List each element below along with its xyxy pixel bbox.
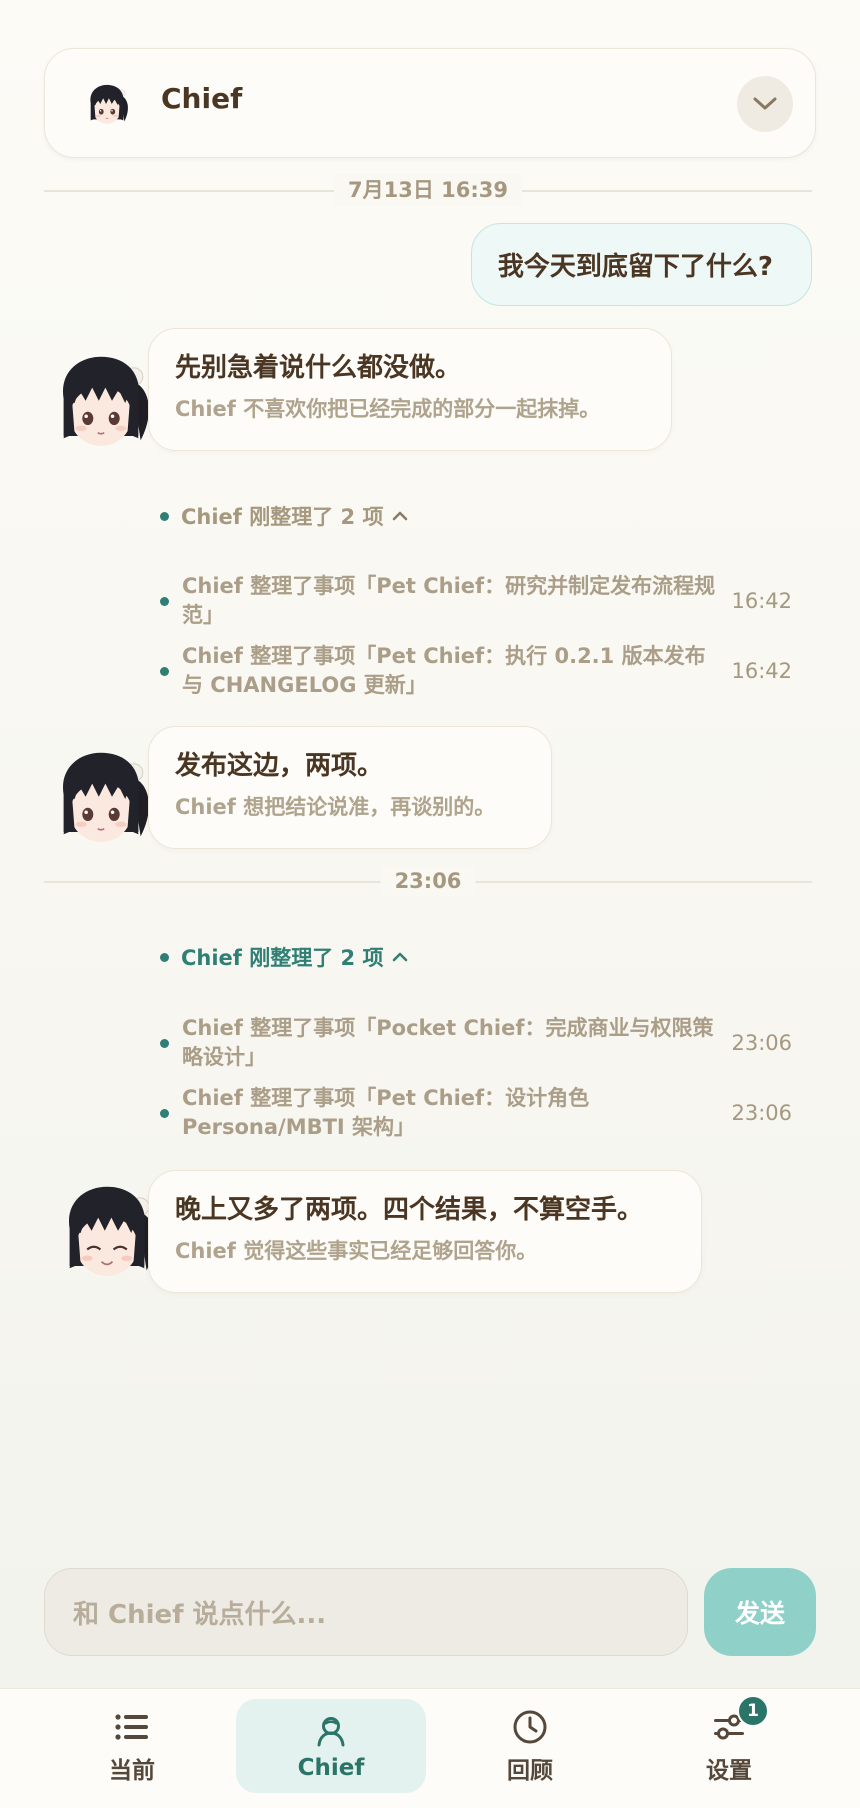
tab-label: 当前 (109, 1758, 155, 1784)
message-main-text: 晚上又多了两项。四个结果，不算空手。 (175, 1195, 644, 1225)
summary-item-time: 16:42 (731, 589, 792, 613)
time-divider-label: 7月13日 16:39 (334, 175, 522, 205)
status-dot (160, 952, 169, 962)
time-divider: 23:06 (44, 866, 812, 896)
chief-message-bubble: 先别急着说什么都没做。 Chief 不喜欢你把已经完成的部分一起抹掉。 (148, 328, 672, 451)
tab-chief[interactable]: Chief (236, 1699, 426, 1793)
time-divider-label: 23:06 (380, 866, 476, 896)
clock-icon (510, 1707, 550, 1747)
person-icon (311, 1711, 351, 1751)
chief-avatar (46, 348, 156, 458)
tab-label: 设置 (706, 1758, 752, 1784)
time-divider: 7月13日 16:39 (44, 175, 812, 205)
chief-message-bubble: 发布这边，两项。 Chief 想把结论说准，再谈别的。 (148, 726, 552, 849)
character-selector[interactable]: Chief (44, 48, 816, 158)
summary-item-text: Chief 整理了事项「Pet Chief：研究并制定发布流程规范」 (182, 574, 716, 627)
message-sub-text: Chief 不喜欢你把已经完成的部分一起抹掉。 (175, 397, 601, 421)
sliders-icon: 1 (709, 1695, 769, 1747)
summary-item-time: 23:06 (731, 1031, 792, 1055)
tab-review[interactable]: 回顾 (435, 1699, 625, 1793)
summary-item-text: Chief 整理了事项「Pet Chief：执行 0.2.1 版本发布与 CHA… (182, 644, 706, 697)
user-message-bubble: 我今天到底留下了什么? (470, 223, 812, 306)
summary-head-label: Chief 刚整理了 2 项 (181, 946, 384, 970)
tab-settings[interactable]: 1 设置 (634, 1695, 824, 1793)
message-input[interactable]: 和 Chief 说点什么... (44, 1568, 688, 1656)
status-dot (160, 511, 169, 521)
header-title: Chief (161, 82, 243, 115)
send-button[interactable]: 发送 (704, 1568, 816, 1656)
summary-toggle[interactable]: Chief 刚整理了 2 项 (160, 941, 409, 973)
status-dot (160, 1039, 169, 1048)
message-sub-text: Chief 想把结论说准，再谈别的。 (175, 795, 496, 819)
tab-label: Chief (297, 1755, 365, 1781)
chief-avatar (52, 1178, 162, 1288)
summary-item-text: Chief 整理了事项「Pet Chief：设计角色 Persona/MBTI … (182, 1086, 590, 1139)
chief-avatar (46, 744, 156, 854)
message-main-text: 发布这边，两项。 (175, 751, 384, 781)
bottom-tab-bar: 当前 Chief 回顾 1 设置 (0, 1688, 860, 1808)
tab-current[interactable]: 当前 (37, 1699, 227, 1793)
tab-label: 回顾 (507, 1758, 553, 1784)
summary-item: Chief 整理了事项「Pet Chief：执行 0.2.1 版本发布与 CHA… (160, 642, 800, 700)
summary-item-time: 16:42 (731, 659, 792, 683)
summary-item-time: 23:06 (731, 1101, 792, 1125)
message-main-text: 先别急着说什么都没做。 (175, 353, 462, 383)
status-dot (160, 597, 169, 606)
summary-item: Chief 整理了事项「Pet Chief：研究并制定发布流程规范」 16:42 (160, 572, 800, 630)
chevron-up-icon (391, 510, 409, 522)
summary-toggle[interactable]: Chief 刚整理了 2 项 (160, 500, 409, 532)
summary-item-text: Chief 整理了事项「Pocket Chief：完成商业与权限策略设计」 (182, 1016, 714, 1069)
list-icon (112, 1707, 152, 1747)
chevron-down-icon (753, 97, 777, 110)
chevron-up-icon (391, 951, 409, 963)
chief-avatar-small (83, 81, 131, 129)
summary-head-label: Chief 刚整理了 2 项 (181, 505, 384, 529)
notification-badge: 1 (737, 1695, 769, 1727)
status-dot (160, 667, 169, 676)
summary-item: Chief 整理了事项「Pocket Chief：完成商业与权限策略设计」 23… (160, 1014, 800, 1072)
message-sub-text: Chief 觉得这些事实已经足够回答你。 (175, 1239, 538, 1263)
status-dot (160, 1109, 169, 1118)
chief-message-bubble: 晚上又多了两项。四个结果，不算空手。 Chief 觉得这些事实已经足够回答你。 (148, 1170, 702, 1293)
summary-item: Chief 整理了事项「Pet Chief：设计角色 Persona/MBTI … (160, 1084, 800, 1142)
expand-toggle-button[interactable] (737, 76, 793, 132)
